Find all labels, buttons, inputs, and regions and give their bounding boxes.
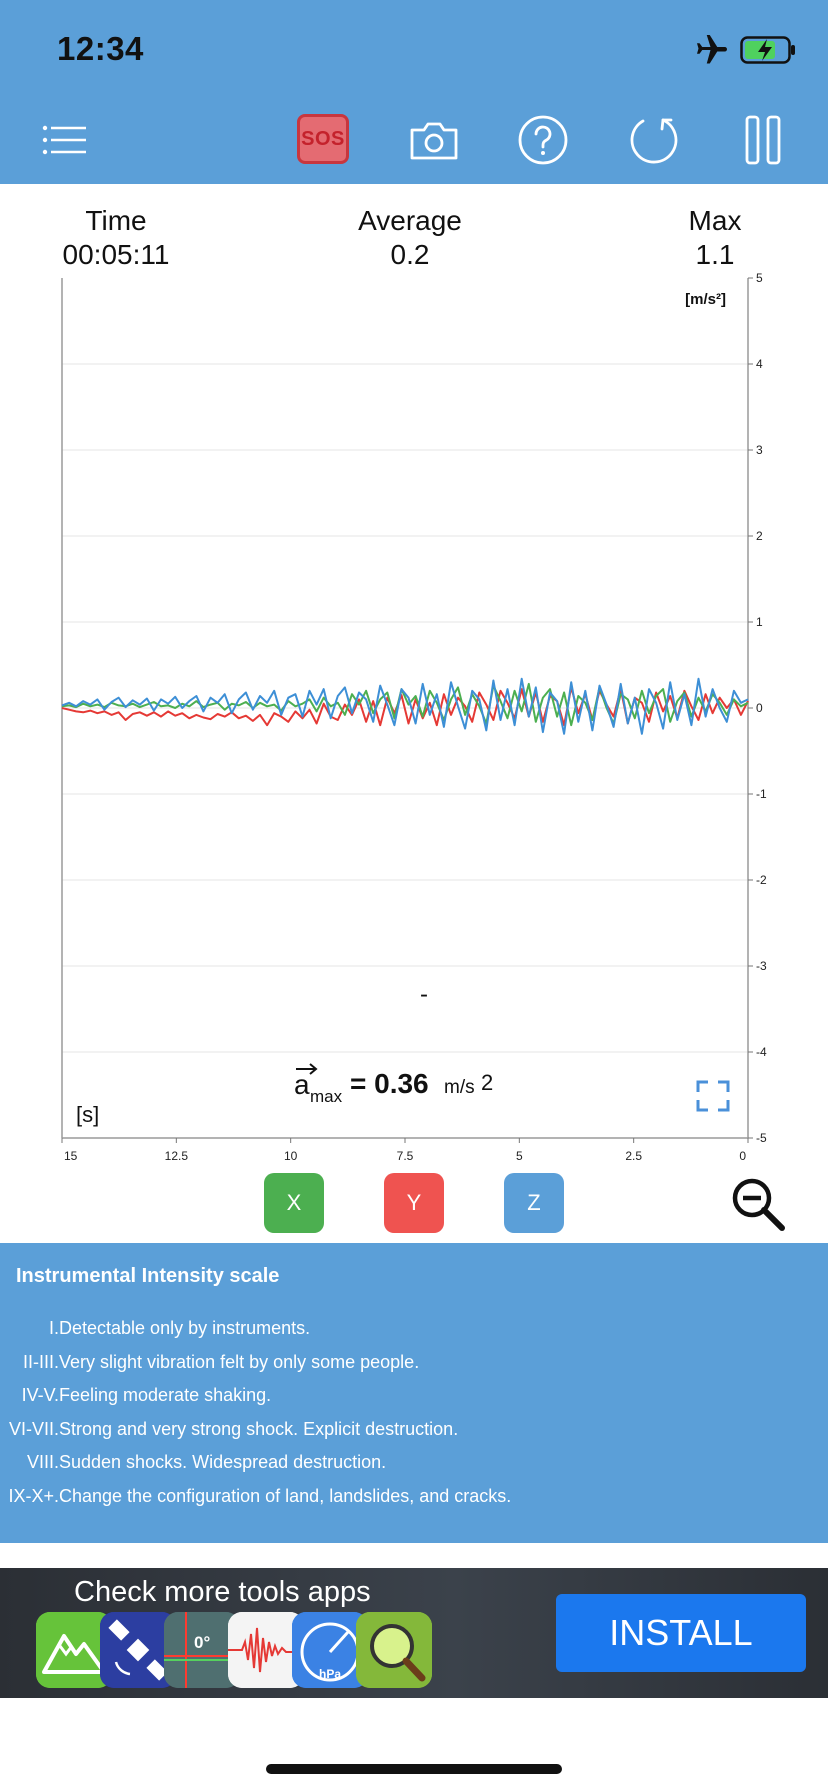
amax-value: = 0.36 bbox=[350, 1068, 429, 1099]
intensity-title: Instrumental Intensity scale bbox=[16, 1265, 280, 1287]
max-stat: Max 1.1 bbox=[670, 204, 760, 272]
camera-button[interactable] bbox=[404, 110, 464, 170]
intensity-text: Change the configuration of land, landsl… bbox=[59, 1485, 512, 1506]
amax-unit: m/s bbox=[444, 1077, 475, 1098]
x-tick-label: 7.5 bbox=[397, 1149, 414, 1163]
y-tick-label: -1 bbox=[756, 787, 767, 801]
help-button[interactable] bbox=[513, 110, 573, 170]
chart-canvas: 543210-1-2-3-4-5 15 12.5 10 7.5 5 2.5 0 [m/s²]… bbox=[61, 271, 767, 1163]
x-axis-toggle[interactable]: X bbox=[264, 1173, 324, 1233]
top-bar: 12:34 SOS bbox=[0, 0, 828, 184]
question-icon bbox=[518, 115, 568, 165]
y-tick-label: -4 bbox=[756, 1045, 767, 1059]
y-axis-label: Y bbox=[406, 1190, 422, 1215]
time-label: Time bbox=[85, 205, 147, 236]
x-unit-label: [s] bbox=[76, 1102, 99, 1127]
y-tick-label: 1 bbox=[756, 615, 763, 629]
ad-title: Check more tools apps bbox=[74, 1576, 371, 1608]
reset-button[interactable] bbox=[623, 110, 683, 170]
x-tick-label: 12.5 bbox=[165, 1149, 189, 1163]
y-tick-label: 0 bbox=[756, 701, 763, 715]
home-indicator[interactable] bbox=[266, 1764, 562, 1774]
x-tick-label: 5 bbox=[516, 1149, 523, 1163]
intensity-text: Very slight vibration felt by only some … bbox=[59, 1351, 420, 1372]
install-label: INSTALL bbox=[609, 1612, 753, 1653]
install-button[interactable]: INSTALL bbox=[556, 1594, 806, 1672]
y-tick-label: 4 bbox=[756, 357, 763, 371]
pause-button[interactable] bbox=[733, 110, 793, 170]
intensity-text: Detectable only by instruments. bbox=[59, 1318, 311, 1338]
intensity-text: Strong and very strong shock. Explicit d… bbox=[59, 1418, 459, 1439]
sos-button[interactable]: SOS bbox=[297, 114, 349, 164]
amax-annotation: a max = 0.36 m/s 2 bbox=[294, 1063, 493, 1106]
intensity-row: IV-V.Feeling moderate shaking. bbox=[0, 1385, 272, 1406]
intensity-level: IX-X+. bbox=[8, 1485, 59, 1506]
intensity-scale-panel: Instrumental Intensity scale I.Detectabl… bbox=[0, 1243, 828, 1543]
compass-degree-label: 0° bbox=[194, 1633, 210, 1652]
pause-icon bbox=[745, 115, 781, 165]
z-axis-toggle[interactable]: Z bbox=[504, 1173, 564, 1233]
chart-unit-label: [m/s²] bbox=[685, 291, 726, 308]
x-tick-label: 0 bbox=[739, 1149, 746, 1163]
status-time: 12:34 bbox=[57, 30, 144, 67]
magnifier-app-icon[interactable] bbox=[356, 1612, 432, 1688]
intensity-row: II-III.Very slight vibration felt by onl… bbox=[0, 1352, 419, 1373]
list-menu-icon bbox=[42, 125, 86, 155]
chart-marker-text: - bbox=[420, 981, 428, 1008]
intensity-level: II-III. bbox=[23, 1351, 59, 1372]
intensity-row: IX-X+.Change the configuration of land, … bbox=[0, 1486, 511, 1507]
acceleration-chart: 5 4 3 2 1 0 -1 -2 -3 -4 -5 15 12.5 10 7.5 5 2.5 0 [m/s²]… bbox=[0, 270, 828, 1170]
average-stat: Average 0.2 bbox=[350, 204, 470, 272]
max-value: 1.1 bbox=[695, 239, 735, 270]
intensity-row: VIII.Sudden shocks. Widespread destructi… bbox=[0, 1452, 386, 1473]
amax-prefix: a bbox=[294, 1069, 310, 1100]
intensity-text: Feeling moderate shaking. bbox=[59, 1385, 272, 1405]
x-tick-label: 15 bbox=[64, 1149, 78, 1163]
fullscreen-button[interactable] bbox=[694, 1078, 732, 1112]
average-value: 0.2 bbox=[390, 239, 430, 270]
y-tick-label: -3 bbox=[756, 959, 767, 973]
z-axis-label: Z bbox=[527, 1190, 541, 1215]
intensity-level: I. bbox=[48, 1318, 59, 1338]
x-tick-label: 2.5 bbox=[625, 1149, 642, 1163]
y-tick-label: -2 bbox=[756, 873, 767, 887]
time-stat: Time 00:05:11 bbox=[58, 204, 174, 272]
y-tick-label: 5 bbox=[756, 271, 763, 285]
x-axis-label: X bbox=[286, 1190, 302, 1215]
y-axis-toggle[interactable]: Y bbox=[384, 1173, 444, 1233]
sos-label: SOS bbox=[301, 127, 345, 150]
average-label: Average bbox=[358, 205, 462, 236]
ad-banner[interactable]: Check more tools apps 0° hPa INSTALL bbox=[0, 1568, 828, 1698]
y-tick-label: 2 bbox=[756, 529, 763, 543]
intensity-row: VI-VII.Strong and very strong shock. Exp… bbox=[0, 1419, 458, 1440]
intensity-text: Sudden shocks. Widespread destruction. bbox=[59, 1452, 387, 1472]
battery-charging-icon bbox=[740, 36, 795, 64]
intensity-row: I.Detectable only by instruments. bbox=[0, 1318, 310, 1339]
x-tick-label: 10 bbox=[284, 1149, 298, 1163]
intensity-level: IV-V. bbox=[21, 1385, 59, 1405]
amax-exp: 2 bbox=[481, 1070, 493, 1095]
amax-sub: max bbox=[310, 1087, 343, 1106]
y-tick-label: -5 bbox=[756, 1131, 767, 1145]
time-value: 00:05:11 bbox=[62, 239, 170, 270]
y-tick-label: 3 bbox=[756, 443, 763, 457]
camera-icon bbox=[410, 122, 458, 160]
max-label: Max bbox=[688, 205, 742, 236]
refresh-icon bbox=[630, 118, 678, 164]
intensity-level: VI-VII. bbox=[8, 1418, 59, 1439]
menu-button[interactable] bbox=[34, 110, 94, 170]
intensity-level: VIII. bbox=[26, 1452, 59, 1472]
hpa-label: hPa bbox=[319, 1667, 341, 1681]
airplane-mode-icon bbox=[697, 35, 727, 64]
zoom-out-button[interactable] bbox=[730, 1176, 786, 1232]
